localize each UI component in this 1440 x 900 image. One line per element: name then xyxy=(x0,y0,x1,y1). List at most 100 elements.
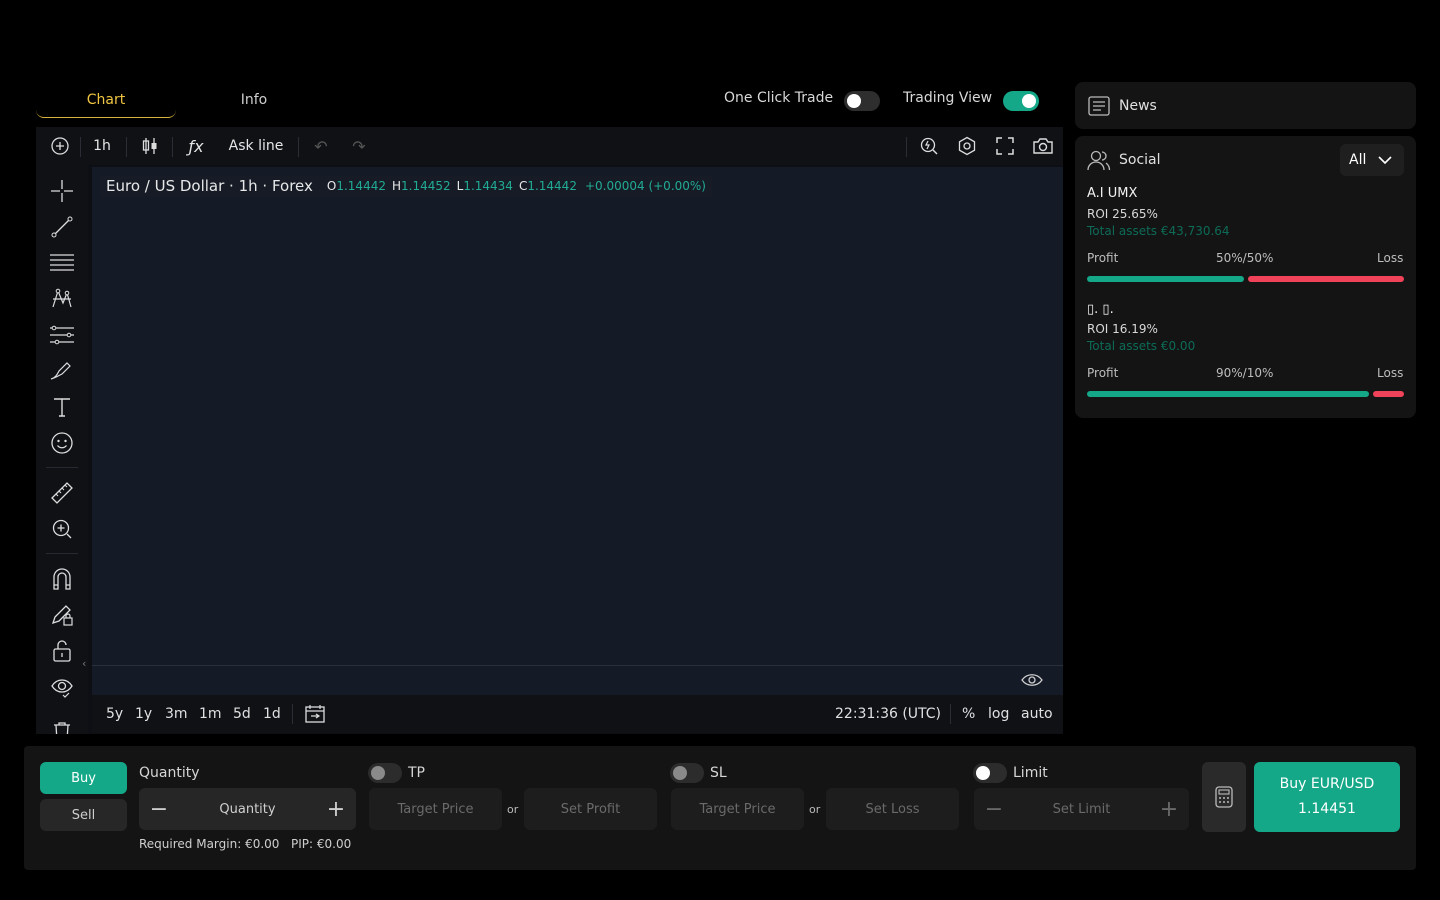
quantity-label: Quantity xyxy=(139,765,200,781)
interval-button[interactable]: 1h xyxy=(84,127,120,165)
trading-view-label: Trading View xyxy=(903,90,993,106)
goto-date-icon[interactable] xyxy=(304,695,326,733)
profit-loss-split: 50%/50% xyxy=(1216,251,1274,265)
time-scale xyxy=(92,667,1063,695)
range-1m[interactable]: 1m xyxy=(199,695,222,733)
order-panel: Buy Sell Quantity − Quantity + Required … xyxy=(24,746,1416,870)
limit-label: Limit xyxy=(1013,765,1048,781)
quantity-input[interactable]: Quantity xyxy=(219,802,275,817)
fullscreen-icon[interactable] xyxy=(988,127,1022,165)
sl-target-price-input[interactable]: Target Price xyxy=(671,788,804,830)
magnet-icon[interactable] xyxy=(46,563,78,595)
close-value: 1.14442 xyxy=(527,179,577,193)
trash-icon[interactable] xyxy=(46,707,78,734)
tab-info[interactable]: Info xyxy=(184,82,324,118)
limit-toggle[interactable] xyxy=(973,763,1007,783)
eye-icon[interactable] xyxy=(46,671,78,703)
submit-buy-label: Buy EUR/USD xyxy=(1279,776,1375,792)
quantity-stepper[interactable]: − Quantity + xyxy=(139,788,356,830)
one-click-trade-label: One Click Trade xyxy=(724,90,834,106)
minus-icon[interactable]: − xyxy=(139,788,179,830)
candles-icon[interactable] xyxy=(132,127,168,165)
trader-name: ▯. ▯. xyxy=(1087,302,1114,317)
range-5y[interactable]: 5y xyxy=(106,695,123,733)
required-margin: Required Margin: €0.00 xyxy=(139,837,280,851)
ruler-icon[interactable] xyxy=(46,477,78,509)
pip-value: PIP: €0.00 xyxy=(291,837,352,851)
one-click-trade-toggle[interactable] xyxy=(844,91,880,111)
crosshair-icon[interactable] xyxy=(46,175,78,207)
buy-button[interactable]: Buy xyxy=(40,762,127,794)
submit-buy-button[interactable]: Buy EUR/USD 1.14451 xyxy=(1254,762,1400,832)
zoom-in-icon[interactable] xyxy=(46,513,78,545)
sl-toggle[interactable] xyxy=(670,763,704,783)
range-3m[interactable]: 3m xyxy=(165,695,188,733)
indicators-icon[interactable]: ƒx xyxy=(178,127,214,165)
trading-view-toggle[interactable] xyxy=(1003,91,1039,111)
social-filter-dropdown[interactable]: All xyxy=(1340,144,1404,176)
lock-drawing-pencil-icon[interactable] xyxy=(46,599,78,631)
percent-toggle[interactable]: % xyxy=(962,695,975,733)
tp-target-price-input[interactable]: Target Price xyxy=(369,788,502,830)
or-label: or xyxy=(507,803,519,816)
range-1y[interactable]: 1y xyxy=(135,695,152,733)
eye-toggle-icon[interactable] xyxy=(1021,671,1043,689)
sell-button[interactable]: Sell xyxy=(40,799,127,831)
set-loss-input[interactable]: Set Loss xyxy=(826,788,959,830)
trader-roi: ROI 25.65% xyxy=(1087,207,1158,221)
range-5d[interactable]: 5d xyxy=(233,695,251,733)
fib-retracement-icon[interactable] xyxy=(46,247,78,279)
social-filter-value: All xyxy=(1349,152,1367,168)
tp-label: TP xyxy=(408,765,425,781)
chart-bottom-bar: 5y 1y 3m 1m 5d 1d 22:31:36 (UTC) % log a… xyxy=(92,695,1063,733)
redo-icon[interactable]: ↷ xyxy=(344,127,374,165)
plus-icon[interactable]: + xyxy=(1149,788,1189,830)
brush-icon[interactable] xyxy=(46,355,78,387)
set-profit-input[interactable]: Set Profit xyxy=(524,788,657,830)
plus-icon[interactable]: + xyxy=(316,788,356,830)
social-panel: Social All A.I UMX ROI 25.65% Total asse… xyxy=(1075,136,1416,418)
price-line-button[interactable]: Ask line xyxy=(222,127,290,165)
time-readout[interactable]: 22:31:36 (UTC) xyxy=(835,695,941,733)
news-panel[interactable]: News xyxy=(1075,82,1416,129)
prediction-icon[interactable] xyxy=(46,319,78,351)
trend-line-icon[interactable] xyxy=(46,211,78,243)
trader-assets: Total assets €0.00 xyxy=(1087,339,1196,353)
log-toggle[interactable]: log xyxy=(988,695,1009,733)
undo-icon[interactable]: ↶ xyxy=(306,127,336,165)
limit-stepper[interactable]: − Set Limit + xyxy=(974,788,1189,830)
quick-search-icon[interactable] xyxy=(912,127,946,165)
trader-name: A.I UMX xyxy=(1087,186,1138,201)
news-title: News xyxy=(1119,98,1157,114)
tp-toggle[interactable] xyxy=(368,763,402,783)
tab-chart[interactable]: Chart xyxy=(36,82,176,118)
auto-toggle[interactable]: auto xyxy=(1021,695,1053,733)
set-limit-input[interactable]: Set Limit xyxy=(1053,802,1111,817)
text-icon[interactable] xyxy=(46,391,78,423)
time-axis-line xyxy=(92,665,1063,666)
news-icon xyxy=(1088,96,1110,116)
chart-top-toolbar: 1h ƒx Ask line ↶ ↷ xyxy=(36,127,1063,165)
range-1d[interactable]: 1d xyxy=(263,695,281,733)
add-symbol-icon[interactable] xyxy=(42,127,78,165)
profit-label: Profit xyxy=(1087,366,1119,380)
lock-icon[interactable] xyxy=(46,635,78,667)
chart-plot-area[interactable]: Euro / US Dollar · 1h · Forex O 1.14442 H… xyxy=(92,167,1063,667)
loss-bar xyxy=(1248,276,1404,282)
settings-icon[interactable] xyxy=(950,127,984,165)
chevron-down-icon xyxy=(1378,155,1392,164)
high-label: H xyxy=(391,179,401,193)
camera-icon[interactable] xyxy=(1026,127,1060,165)
collapse-toolbar-icon[interactable]: ‹ xyxy=(82,657,86,670)
trader-roi: ROI 16.19% xyxy=(1087,322,1158,336)
symbol-title[interactable]: Euro / US Dollar · 1h · Forex xyxy=(106,177,313,195)
profit-bar xyxy=(1087,276,1244,282)
social-title: Social xyxy=(1119,152,1161,168)
calculator-icon[interactable] xyxy=(1202,762,1246,832)
users-icon xyxy=(1087,149,1111,171)
pattern-icon[interactable] xyxy=(46,283,78,315)
minus-icon[interactable]: − xyxy=(974,788,1014,830)
chart-widget: 1h ƒx Ask line ↶ ↷ ‹ Euro / US Dollar · … xyxy=(36,127,1063,734)
emoji-icon[interactable] xyxy=(46,427,78,459)
drawing-toolbar xyxy=(36,165,88,734)
